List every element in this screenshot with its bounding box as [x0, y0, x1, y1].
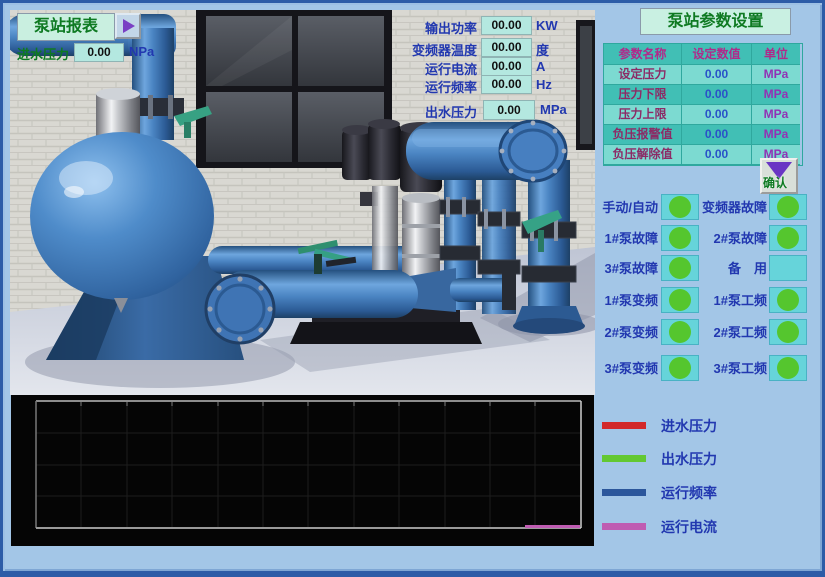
- outlet-pressure-unit: MPa: [540, 102, 567, 117]
- status-label: 2#泵故障: [695, 225, 767, 252]
- param-unit: MPa: [752, 125, 800, 145]
- status-label: 3#泵工频: [695, 355, 767, 382]
- status-label: 1#泵工频: [695, 287, 767, 314]
- report-button[interactable]: 泵站报表: [17, 13, 115, 41]
- legend-swatch: [602, 523, 646, 530]
- indicator-dot: [777, 289, 799, 311]
- legend-swatch: [602, 489, 646, 496]
- param-setpoint[interactable]: 0.00: [682, 105, 752, 125]
- legend-item: 运行电流: [602, 517, 822, 537]
- status-row: 3#泵故障 备 用: [595, 255, 821, 282]
- settings-table: 参数名称 设定数值 单位 设定压力 0.00 MPa 压力下限 0.00 MPa…: [603, 43, 803, 166]
- legend-label: 运行频率: [661, 483, 717, 503]
- param-setpoint[interactable]: 0.00: [682, 65, 752, 85]
- status-indicator: [769, 287, 807, 313]
- telemetry-value: 00.00: [481, 75, 532, 94]
- status-indicator: [769, 225, 807, 251]
- status-indicator: [769, 194, 807, 220]
- confirm-button[interactable]: 确认: [760, 158, 798, 194]
- status-row: 2#泵变频 2#泵工频: [595, 319, 821, 346]
- legend-label: 进水压力: [661, 416, 717, 436]
- telemetry-label: 运行频率: [355, 77, 477, 96]
- param-setpoint[interactable]: 0.00: [682, 125, 752, 145]
- indicator-dot: [669, 321, 691, 343]
- param-unit: MPa: [752, 85, 800, 105]
- telemetry-label: 输出功率: [355, 18, 477, 37]
- param-setpoint[interactable]: 0.00: [682, 145, 752, 165]
- telemetry-unit: Hz: [536, 77, 552, 92]
- legend-swatch: [602, 422, 646, 429]
- legend-swatch: [602, 455, 646, 462]
- indicator-dot: [669, 227, 691, 249]
- confirm-label: 确认: [763, 174, 787, 191]
- status-indicator: [661, 319, 699, 345]
- status-label: 1#泵变频: [595, 287, 658, 314]
- status-indicator: [769, 355, 807, 381]
- param-unit: MPa: [752, 65, 800, 85]
- indicator-dot: [669, 289, 691, 311]
- status-indicator: [661, 287, 699, 313]
- legend-item: 出水压力: [602, 449, 822, 469]
- legend-item: 运行频率: [602, 483, 822, 503]
- legend-label: 出水压力: [661, 449, 717, 469]
- indicator-dot: [777, 321, 799, 343]
- report-nav-button[interactable]: [115, 13, 141, 39]
- indicator-dot: [777, 357, 799, 379]
- status-row: 1#泵变频 1#泵工频: [595, 287, 821, 314]
- status-label: 3#泵变频: [595, 355, 658, 382]
- inlet-pressure-value: 0.00: [74, 43, 124, 62]
- telemetry-value: 00.00: [481, 57, 532, 76]
- inlet-pressure-label: 进水压力: [17, 44, 69, 63]
- status-label: 手动/自动: [595, 194, 658, 221]
- telemetry-label: 变频器温度: [355, 40, 477, 59]
- param-name: 压力上限: [604, 105, 682, 125]
- indicator-dot: [669, 257, 691, 279]
- trend-chart: [11, 395, 594, 546]
- legend-label: 运行电流: [661, 517, 717, 537]
- status-indicator: [661, 225, 699, 251]
- indicator-dot: [777, 196, 799, 218]
- telemetry-unit: 度: [536, 40, 549, 59]
- window-partial: [576, 20, 595, 150]
- status-label: 2#泵变频: [595, 319, 658, 346]
- status-label: 3#泵故障: [595, 255, 658, 282]
- telemetry-value: 00.00: [481, 16, 532, 35]
- status-label: 变频器故障: [695, 194, 767, 221]
- param-setpoint[interactable]: 0.00: [682, 85, 752, 105]
- status-indicator: [661, 355, 699, 381]
- settings-panel-title: 泵站参数设置: [640, 8, 791, 35]
- status-indicator: [661, 255, 699, 281]
- telemetry-unit: A: [536, 59, 545, 74]
- legend-item: 进水压力: [602, 416, 822, 436]
- telemetry-unit: KW: [536, 18, 558, 33]
- status-row: 手动/自动 变频器故障: [595, 194, 821, 221]
- column-header: 设定数值: [682, 44, 752, 65]
- indicator-dot: [777, 227, 799, 249]
- status-label: 备 用: [695, 255, 767, 282]
- telemetry-label: 运行电流: [355, 59, 477, 78]
- hmi-screen: 泵站报表 进水压力 0.00 NPa 输出功率 00.00 KW 变频器温度 0…: [0, 0, 825, 577]
- play-triangle-icon: [123, 19, 135, 33]
- outlet-pressure-label: 出水压力: [355, 102, 477, 121]
- outlet-pressure-value: 0.00: [483, 100, 535, 120]
- status-indicator: [769, 255, 807, 281]
- param-name: 压力下限: [604, 85, 682, 105]
- column-header: 参数名称: [604, 44, 682, 65]
- status-indicator: [769, 319, 807, 345]
- param-name: 设定压力: [604, 65, 682, 85]
- status-indicator: [661, 194, 699, 220]
- status-label: 2#泵工频: [695, 319, 767, 346]
- indicator-dot: [669, 357, 691, 379]
- status-label: 1#泵故障: [595, 225, 658, 252]
- param-name: 负压解除值: [604, 145, 682, 165]
- status-row: 1#泵故障 2#泵故障: [595, 225, 821, 252]
- inlet-pressure-unit: NPa: [129, 44, 154, 59]
- indicator-dot: [669, 196, 691, 218]
- param-unit: MPa: [752, 105, 800, 125]
- status-row: 3#泵变频 3#泵工频: [595, 355, 821, 382]
- param-name: 负压报警值: [604, 125, 682, 145]
- column-header: 单位: [752, 44, 800, 65]
- telemetry-value: 00.00: [481, 38, 532, 57]
